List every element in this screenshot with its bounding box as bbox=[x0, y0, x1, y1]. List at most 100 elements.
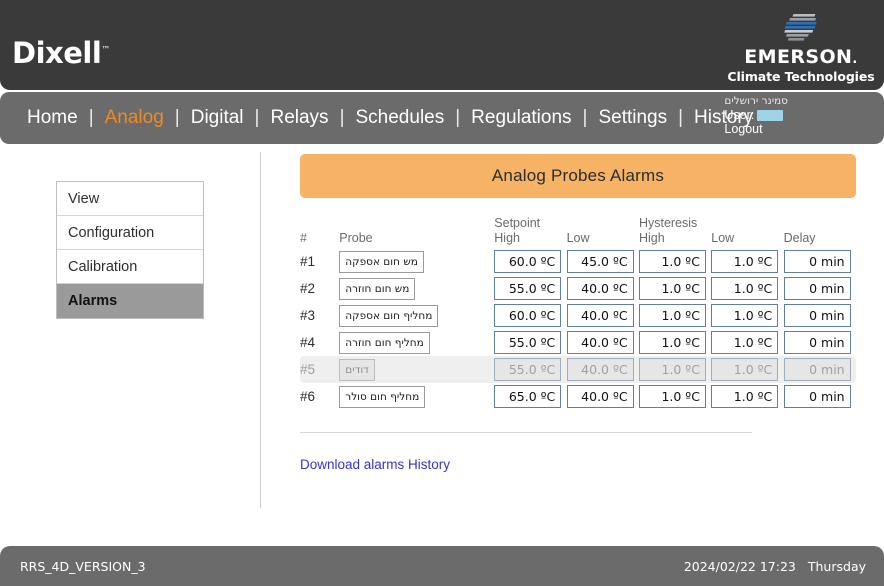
download-alarms-history-link[interactable]: Download alarms History bbox=[300, 457, 450, 472]
delay-input[interactable]: 0 min bbox=[783, 277, 851, 300]
delay-input[interactable]: 0 min bbox=[783, 385, 851, 408]
footer-datetime: 2024/02/22 17:23 bbox=[683, 559, 796, 574]
footer-weekday: Thursday bbox=[807, 559, 866, 574]
hysteresis-high-cell: 1.0 ºC bbox=[638, 329, 711, 356]
table-row: #1 מש חום אספקה 60.0 ºC 45.0 ºC 1.0 ºC 1.0 ºC… bbox=[300, 248, 856, 275]
table-row: #5 דודים 55.0 ºC 40.0 ºC 1.0 ºC 1.0 ºC 0 min bbox=[300, 356, 856, 383]
row-index: #1 bbox=[300, 254, 316, 269]
logout-link[interactable]: Logout bbox=[724, 122, 788, 136]
hysteresis-high-input[interactable]: 1.0 ºC bbox=[638, 250, 706, 273]
delay-cell: 0 min bbox=[783, 248, 856, 275]
delay-cell: 0 min bbox=[783, 329, 856, 356]
delay-input[interactable]: 0 min bbox=[783, 331, 851, 354]
hysteresis-high-input[interactable]: 1.0 ºC bbox=[638, 277, 706, 300]
probe-name-input[interactable]: מחליף חום סולר bbox=[339, 385, 426, 408]
sidebar-menu: View Configuration Calibration Alarms bbox=[56, 181, 204, 319]
emerson-wordmark-text: EMERSON bbox=[744, 46, 853, 68]
probe-name-cell: מש חום חוזרה bbox=[339, 275, 494, 302]
hysteresis-high-input[interactable]: 1.0 ºC bbox=[638, 385, 706, 408]
setpoint-high-input[interactable]: 55.0 ºC bbox=[494, 277, 562, 300]
probe-name-cell: מש חום אספקה bbox=[339, 248, 494, 275]
nav-item-schedules[interactable]: Schedules bbox=[345, 107, 456, 129]
sidebar-item-label: Alarms bbox=[68, 293, 118, 309]
group-header-hysteresis: Hysteresis bbox=[638, 216, 698, 230]
hysteresis-low-cell: 1.0 ºC bbox=[711, 302, 783, 329]
column-header-setpoint-high: High bbox=[494, 231, 520, 245]
trademark-icon: ™ bbox=[101, 45, 110, 56]
setpoint-low-input[interactable]: 40.0 ºC bbox=[566, 277, 634, 300]
setpoint-high-input[interactable]: 55.0 ºC bbox=[494, 331, 562, 354]
hysteresis-low-input[interactable]: 1.0 ºC bbox=[711, 385, 779, 408]
setpoint-low-cell: 40.0 ºC bbox=[566, 329, 639, 356]
probe-name-input[interactable]: מש חום חוזרה bbox=[339, 277, 416, 300]
app-window: Dixell™ EMERSON. Climate Technologies Ho… bbox=[0, 0, 884, 586]
firmware-version-label: RRS_4D_VERSION_3 bbox=[20, 559, 146, 574]
setpoint-high-input[interactable]: 60.0 ºC bbox=[494, 250, 562, 273]
delay-cell: 0 min bbox=[783, 275, 856, 302]
sidebar-item-label: Configuration bbox=[68, 224, 155, 241]
setpoint-low-input[interactable]: 45.0 ºC bbox=[566, 250, 634, 273]
emerson-wordmark-dot: . bbox=[852, 52, 858, 67]
column-header-delay: Delay bbox=[783, 231, 816, 245]
dixell-logo-text: Dixell bbox=[12, 36, 102, 70]
probe-name-cell: מחליף חום אספקה bbox=[339, 302, 494, 329]
delay-cell: 0 min bbox=[783, 302, 856, 329]
hysteresis-high-cell: 1.0 ºC bbox=[638, 248, 711, 275]
hysteresis-high-input[interactable]: 1.0 ºC bbox=[638, 331, 706, 354]
status-footer: RRS_4D_VERSION_3 2024/02/22 17:23 Thursda… bbox=[0, 546, 884, 586]
setpoint-high-cell: 55.0 ºC bbox=[494, 275, 566, 302]
sidebar-item-view[interactable]: View bbox=[57, 182, 203, 216]
setpoint-high-input[interactable]: 60.0 ºC bbox=[494, 304, 562, 327]
delay-input[interactable]: 0 min bbox=[783, 250, 851, 273]
sidebar-item-label: View bbox=[68, 190, 100, 207]
table-group-header-row: Setpoint Hysteresis bbox=[300, 216, 856, 231]
table-row: #3 מחליף חום אספקה 60.0 ºC 40.0 ºC 1.0 ºC 1.0… bbox=[300, 302, 856, 329]
nav-item-regulations[interactable]: Regulations bbox=[460, 107, 582, 129]
setpoint-high-input[interactable]: 65.0 ºC bbox=[494, 385, 562, 408]
column-header-hysteresis-low: Low bbox=[711, 231, 735, 245]
nav-item-home[interactable]: Home bbox=[16, 107, 89, 129]
sidebar-item-calibration[interactable]: Calibration bbox=[57, 250, 203, 284]
hysteresis-low-cell: 1.0 ºC bbox=[711, 329, 783, 356]
setpoint-high-cell: 55.0 ºC bbox=[494, 329, 566, 356]
hysteresis-low-input: 1.0 ºC bbox=[711, 358, 779, 381]
setpoint-high-cell: 65.0 ºC bbox=[494, 383, 566, 410]
sidebar-item-configuration[interactable]: Configuration bbox=[57, 216, 203, 250]
column-header-setpoint-low: Low bbox=[566, 231, 590, 245]
nav-separator: | bbox=[455, 107, 461, 128]
setpoint-high-cell: 60.0 ºC bbox=[494, 248, 566, 275]
setpoint-low-input[interactable]: 40.0 ºC bbox=[566, 304, 634, 327]
setpoint-high-input: 55.0 ºC bbox=[494, 358, 562, 381]
hysteresis-low-input[interactable]: 1.0 ºC bbox=[711, 250, 779, 273]
hysteresis-high-input: 1.0 ºC bbox=[638, 358, 706, 381]
delay-input[interactable]: 0 min bbox=[783, 304, 851, 327]
nav-item-analog[interactable]: Analog bbox=[94, 107, 175, 129]
nav-separator: | bbox=[88, 107, 94, 128]
probe-name-input[interactable]: מחליף חום אספקה bbox=[339, 304, 439, 327]
delay-input: 0 min bbox=[783, 358, 851, 381]
table-row: #4 מחליף חום חוזרה 55.0 ºC 40.0 ºC 1.0 ºC 1.0… bbox=[300, 329, 856, 356]
setpoint-low-input[interactable]: 40.0 ºC bbox=[566, 331, 634, 354]
hysteresis-high-input[interactable]: 1.0 ºC bbox=[638, 304, 706, 327]
nav-item-relays[interactable]: Relays bbox=[259, 107, 339, 129]
content-area: View Configuration Calibration Alarms Analo… bbox=[0, 144, 884, 534]
user-name-row: User: bbox=[724, 108, 788, 122]
nav-link-list: Home | Analog | Digital | Relays | Schedules | Reg… bbox=[16, 92, 764, 144]
nav-item-settings[interactable]: Settings bbox=[587, 107, 678, 129]
user-session-block: סמינר ירושלים User: Logout bbox=[724, 94, 788, 136]
setpoint-low-input[interactable]: 40.0 ºC bbox=[566, 385, 634, 408]
hysteresis-low-input[interactable]: 1.0 ºC bbox=[711, 331, 779, 354]
emerson-logo: EMERSON. Climate Technologies bbox=[726, 12, 876, 84]
setpoint-low-input: 40.0 ºC bbox=[566, 358, 634, 381]
setpoint-high-cell: 60.0 ºC bbox=[494, 302, 566, 329]
user-label: User: bbox=[724, 108, 755, 122]
nav-separator: | bbox=[174, 107, 180, 128]
hysteresis-low-input[interactable]: 1.0 ºC bbox=[711, 277, 779, 300]
probe-name-input[interactable]: מחליף חום חוזרה bbox=[339, 331, 430, 354]
hysteresis-low-input[interactable]: 1.0 ºC bbox=[711, 304, 779, 327]
probe-name-input[interactable]: מש חום אספקה bbox=[339, 250, 424, 273]
nav-item-digital[interactable]: Digital bbox=[180, 107, 255, 129]
sidebar-item-alarms[interactable]: Alarms bbox=[57, 284, 203, 318]
site-name-label: סמינר ירושלים bbox=[724, 95, 788, 107]
dixell-logo: Dixell™ bbox=[12, 36, 110, 70]
